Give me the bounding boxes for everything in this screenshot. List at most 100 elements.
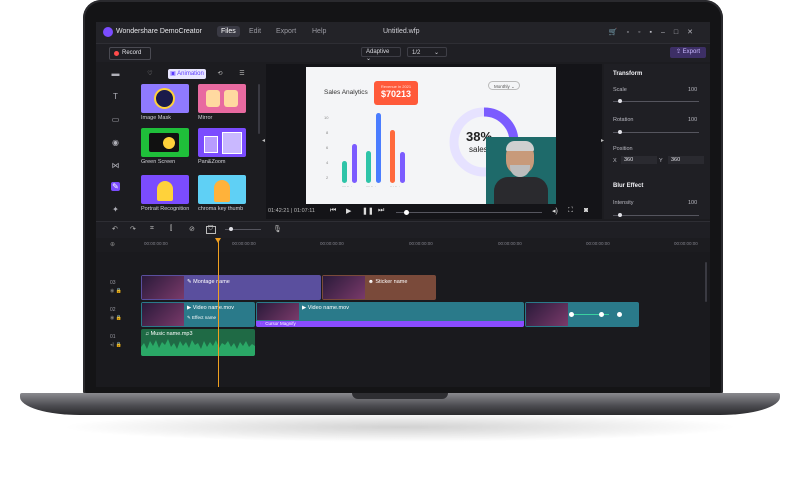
- transform-heading: Transform: [613, 71, 643, 77]
- time-current: 01:42:21: [268, 208, 290, 214]
- zoom-fit-icon[interactable]: [206, 226, 216, 234]
- intensity-value: 100: [688, 200, 698, 206]
- rotation-slider-knob[interactable]: [618, 130, 622, 134]
- keyframe-dot[interactable]: [569, 312, 574, 317]
- period-select[interactable]: Monthly ⌄: [488, 81, 520, 90]
- caption-icon[interactable]: ▭: [111, 115, 120, 124]
- mirror-hand-right: [224, 90, 238, 107]
- app-logo-icon: [103, 27, 113, 37]
- timeline-zoom-knob[interactable]: [229, 227, 233, 231]
- tab-favorites[interactable]: ♡: [140, 69, 160, 79]
- sticker-icon[interactable]: ◉: [111, 138, 120, 147]
- fullscreen-icon[interactable]: ⛶: [568, 207, 573, 215]
- effect-thumb-pan-zoom[interactable]: [198, 128, 246, 157]
- timeline-scrollbar[interactable]: [705, 262, 707, 302]
- effect-label: Portrait Recognition: [141, 206, 190, 212]
- effect-thumb-green-screen[interactable]: [141, 128, 189, 157]
- record-button[interactable]: Record: [109, 47, 151, 60]
- undo-icon[interactable]: ↶: [112, 225, 118, 233]
- track-visibility-icon[interactable]: ◉ 🔒: [110, 315, 122, 321]
- folder-icon[interactable]: ▬: [111, 69, 120, 78]
- transition-icon[interactable]: ⋈: [111, 161, 120, 170]
- effects-icon[interactable]: ✎: [111, 182, 120, 191]
- sticker-clip[interactable]: ☻ Sticker name: [322, 275, 436, 300]
- record-label: Record: [122, 50, 142, 56]
- keyframe-dot[interactable]: [617, 312, 622, 317]
- playhead[interactable]: [218, 238, 219, 387]
- text-icon[interactable]: T: [111, 92, 120, 101]
- playhead-handle[interactable]: [215, 238, 221, 243]
- close-icon[interactable]: ✕: [687, 29, 702, 36]
- montage-clip-label: ✎ Montage name: [187, 279, 230, 285]
- seek-bar[interactable]: [396, 212, 542, 213]
- scale-slider-knob[interactable]: [618, 99, 622, 103]
- intensity-slider[interactable]: [613, 215, 699, 216]
- cart-icon[interactable]: 🛒: [609, 29, 627, 36]
- add-track-icon[interactable]: ⊕: [110, 241, 115, 248]
- effect-thumb-chroma[interactable]: [198, 175, 246, 204]
- keyframe-dot[interactable]: [599, 312, 604, 317]
- rotation-label: Rotation: [613, 117, 634, 123]
- user-icon[interactable]: ◦: [638, 29, 649, 36]
- marker-icon[interactable]: ⊘: [189, 225, 195, 233]
- bar: [352, 144, 357, 183]
- split-icon[interactable]: ⫿: [170, 225, 172, 233]
- play-icon[interactable]: ▶: [346, 207, 351, 215]
- microphone-icon[interactable]: 🎙: [273, 225, 282, 233]
- volume-icon[interactable]: ◂): [552, 207, 558, 215]
- preview-canvas[interactable]: Sales Analytics Revenue in 2021 $70213 M…: [306, 67, 556, 204]
- video-clip-3[interactable]: [525, 302, 639, 327]
- menu-help[interactable]: Help: [312, 28, 326, 35]
- track-audio-icon[interactable]: ◂) 🔒: [110, 342, 122, 348]
- menu-edit[interactable]: Edit: [249, 28, 261, 35]
- collapse-left-icon[interactable]: ◂: [262, 137, 265, 144]
- rotation-slider[interactable]: [613, 132, 699, 133]
- ratio-select-value: 1/2: [412, 50, 421, 56]
- screenshot-icon[interactable]: ◙: [584, 207, 588, 214]
- y-tick: 8: [326, 130, 329, 135]
- redo-icon[interactable]: ↷: [130, 225, 136, 233]
- track-visibility-icon[interactable]: ◉ 🔒: [110, 288, 122, 294]
- music-clip[interactable]: ♫ Music name.mp3: [141, 329, 255, 356]
- ratio-select[interactable]: 1/2 ⌄: [407, 47, 447, 57]
- bar: [342, 161, 347, 183]
- revenue-value: $70213: [380, 89, 412, 99]
- zoom-select[interactable]: Adaptive ⌄: [361, 47, 401, 62]
- tab-animation[interactable]: ▣ Animation: [168, 69, 206, 79]
- maximize-icon[interactable]: □: [674, 29, 687, 36]
- montage-clip[interactable]: ✎ Montage name: [141, 275, 321, 300]
- presenter-hair: [506, 141, 534, 151]
- intensity-slider-knob[interactable]: [618, 213, 622, 217]
- pin-icon[interactable]: ✦: [111, 205, 120, 214]
- settings-icon[interactable]: ▪: [650, 29, 661, 36]
- scale-slider[interactable]: [613, 101, 699, 102]
- effect-thumb-image-mask[interactable]: [141, 84, 189, 113]
- prev-frame-icon[interactable]: ⏮: [330, 207, 336, 215]
- gift-icon[interactable]: ▫: [627, 29, 638, 36]
- minimize-icon[interactable]: –: [661, 29, 674, 36]
- effect-thumb-mirror[interactable]: [198, 84, 246, 113]
- menu-files[interactable]: Files: [217, 26, 240, 37]
- audio-waveform: [141, 339, 255, 356]
- panel-scrollbar[interactable]: [258, 84, 260, 134]
- position-x-input[interactable]: 360: [621, 156, 657, 164]
- tab-list[interactable]: ☰: [232, 69, 252, 79]
- window-controls[interactable]: 🛒▫◦▪–□✕: [609, 28, 702, 36]
- effect-clip-label: ✎ Effect name: [187, 315, 216, 320]
- video-clip-2[interactable]: ▶ Video name.mov ☞ Cursor Magnify: [256, 302, 524, 327]
- pause-icon[interactable]: ❚❚: [362, 207, 374, 215]
- crop-icon[interactable]: ⌗: [150, 225, 154, 233]
- effect-thumb-portrait[interactable]: [141, 175, 189, 204]
- tab-cursor[interactable]: ⟲: [210, 69, 230, 79]
- export-button[interactable]: ⇪ Export: [670, 47, 706, 58]
- chevron-down-icon: ⌄: [366, 56, 372, 62]
- pan-frame-b: [222, 132, 242, 154]
- cursor-effect-bar[interactable]: ☞ Cursor Magnify: [256, 321, 524, 327]
- clip-thumbnail: [323, 276, 365, 299]
- position-y-input[interactable]: 360: [668, 156, 704, 164]
- next-frame-icon[interactable]: ⏭: [378, 207, 384, 215]
- seek-knob[interactable]: [404, 210, 409, 215]
- video-clip-1[interactable]: ▶ Video name.mov ✎ Effect name: [141, 302, 255, 327]
- menu-export[interactable]: Export: [276, 28, 296, 35]
- ruler-tick: 00:00:00:00: [144, 241, 168, 246]
